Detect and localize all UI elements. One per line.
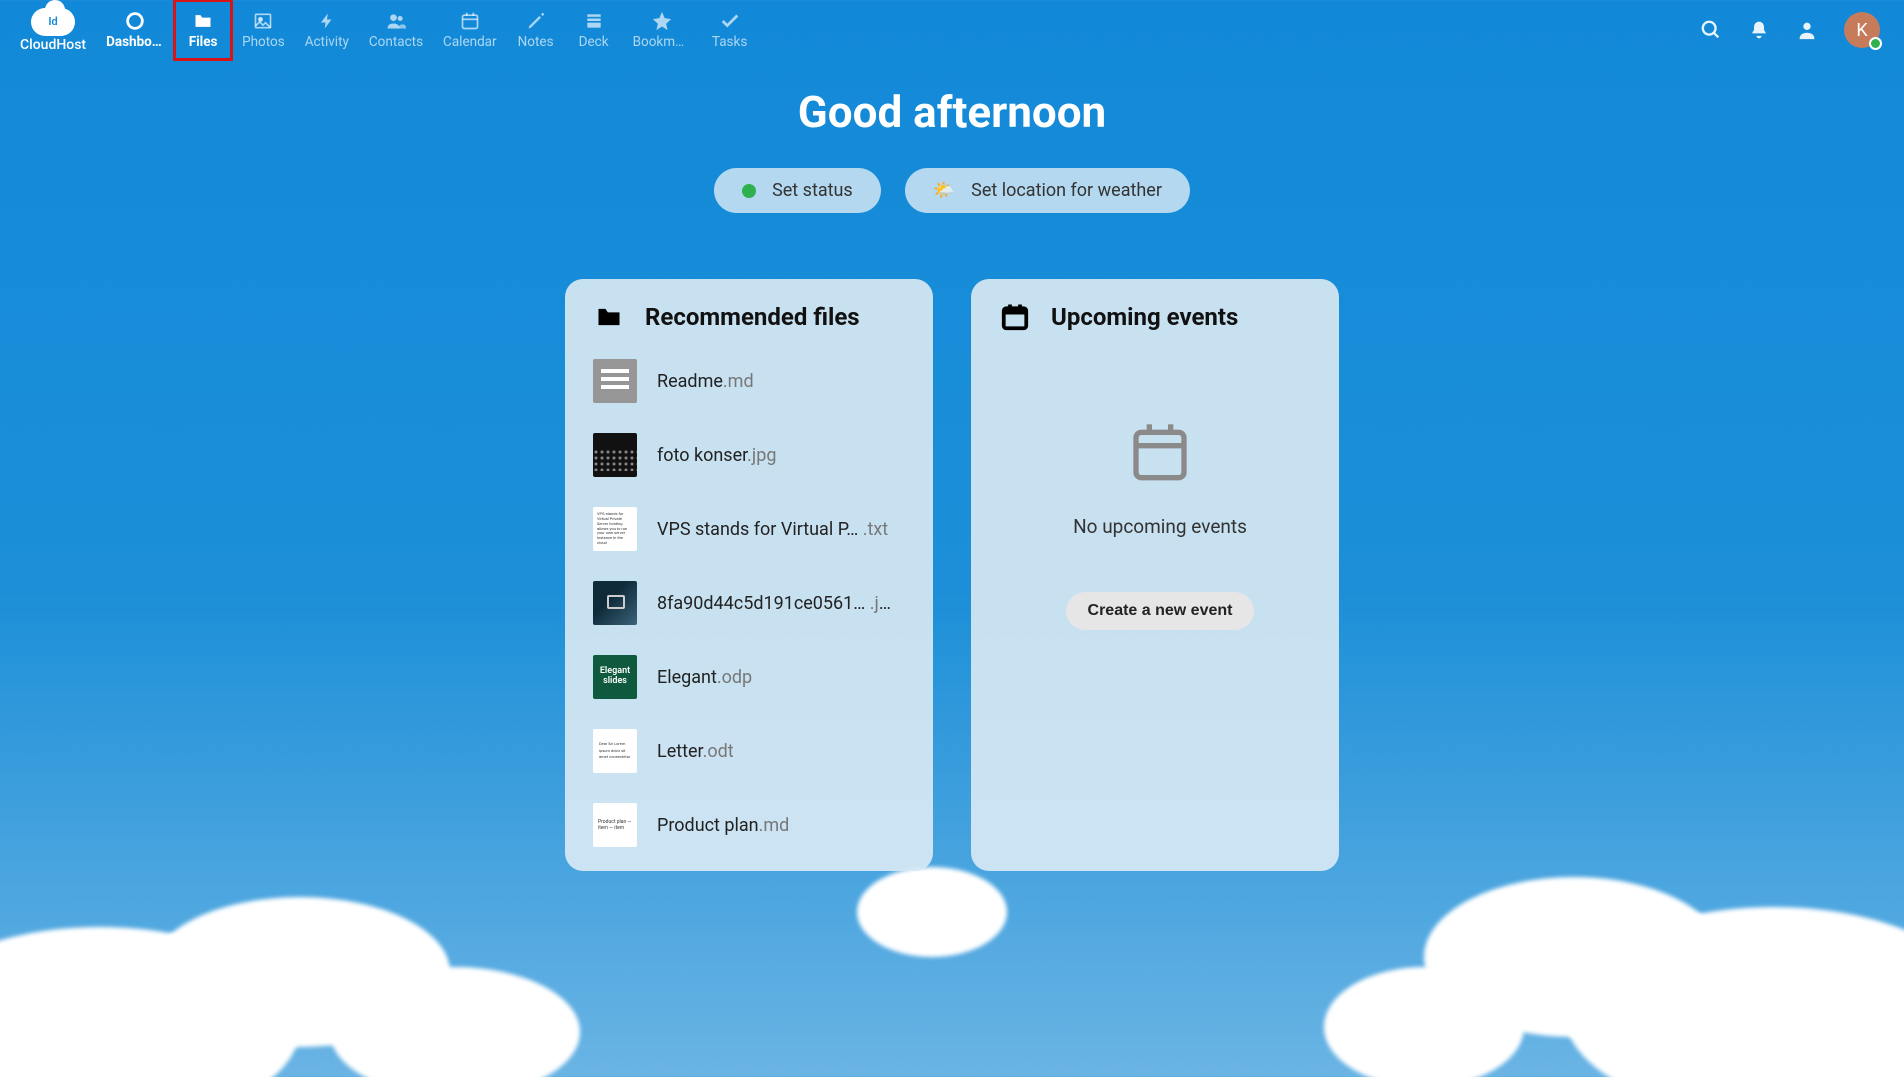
- brand-logo[interactable]: Id CloudHost: [10, 0, 96, 60]
- file-row[interactable]: Readme.md: [593, 359, 915, 403]
- greeting-heading: Good afternoon: [0, 86, 1904, 138]
- file-row[interactable]: foto konser.jpg: [593, 433, 915, 477]
- card-header: Recommended files: [593, 303, 915, 331]
- nav-label: Bookma…: [633, 34, 691, 50]
- nav-label: Files: [189, 34, 218, 50]
- search-icon[interactable]: [1700, 19, 1722, 41]
- events-empty-state: No upcoming events Create a new event: [999, 359, 1321, 630]
- recommended-title: Recommended files: [645, 303, 860, 331]
- file-row[interactable]: 8fa90d44c5d191ce0561… .jpg: [593, 581, 915, 625]
- pencil-icon: [525, 11, 547, 31]
- nav-label: Dashboard: [106, 34, 164, 50]
- nav-left: Id CloudHost Dashboard Files Photos Activit…: [10, 0, 759, 60]
- nav-item-files[interactable]: Files: [174, 0, 232, 60]
- nav-right: K: [1700, 0, 1894, 60]
- file-row[interactable]: Dear Sir Lorem ipsum dolor sit amet cons…: [593, 729, 915, 773]
- file-name: 8fa90d44c5d191ce0561… .jpg: [657, 593, 897, 614]
- set-status-button[interactable]: Set status: [714, 168, 881, 213]
- set-weather-button[interactable]: 🌤️ Set location for weather: [905, 168, 1190, 213]
- upcoming-events-card: Upcoming events No upcoming events Creat…: [971, 279, 1339, 871]
- status-dot-icon: [742, 184, 756, 198]
- status-row: Set status 🌤️ Set location for weather: [0, 168, 1904, 213]
- file-name: Letter.odt: [657, 741, 734, 762]
- nav-label: Deck: [579, 34, 609, 50]
- nav-label: Photos: [242, 34, 285, 50]
- weather-icon: 🌤️: [933, 180, 955, 201]
- nav-item-photos[interactable]: Photos: [232, 0, 295, 60]
- file-name: foto konser.jpg: [657, 445, 776, 466]
- stack-icon: [583, 11, 605, 31]
- nav-label: Contacts: [369, 34, 423, 50]
- file-list: Readme.md foto konser.jpg VPS stands for V…: [593, 359, 915, 847]
- file-thumbnail: VPS stands for Virtual Private Server ho…: [593, 507, 637, 551]
- events-empty-text: No upcoming events: [1073, 515, 1247, 538]
- file-name: VPS stands for Virtual P… .txt: [657, 519, 888, 540]
- status-dot-icon: [1869, 37, 1882, 50]
- check-icon: [719, 11, 741, 31]
- calendar-icon: [999, 303, 1031, 331]
- nav-item-bookma[interactable]: Bookma…: [623, 0, 701, 60]
- file-name: Elegant.odp: [657, 667, 752, 688]
- image-icon: [252, 11, 274, 31]
- file-name: Readme.md: [657, 371, 754, 392]
- calendar-outline-icon: [1128, 419, 1192, 483]
- nav-item-notes[interactable]: Notes: [507, 0, 565, 60]
- nav-item-deck[interactable]: Deck: [565, 0, 623, 60]
- bolt-icon: [316, 11, 338, 31]
- nav-item-dashboard[interactable]: Dashboard: [96, 0, 174, 60]
- nav-item-tasks[interactable]: Tasks: [701, 0, 759, 60]
- file-thumbnail: Dear Sir Lorem ipsum dolor sit amet cons…: [593, 729, 637, 773]
- cards-row: Recommended files Readme.md foto konser.j…: [0, 279, 1904, 871]
- calendar-icon: [459, 11, 481, 31]
- folder-icon: [593, 303, 625, 331]
- file-thumbnail: [593, 581, 637, 625]
- top-nav: Id CloudHost Dashboard Files Photos Activit…: [0, 0, 1904, 60]
- person-icon[interactable]: [1796, 19, 1818, 41]
- avatar[interactable]: K: [1844, 12, 1880, 48]
- set-status-label: Set status: [772, 180, 853, 201]
- create-event-button[interactable]: Create a new event: [1066, 592, 1255, 630]
- nav-label: Notes: [518, 34, 554, 50]
- file-row[interactable]: Product plan — item — item Product plan.m…: [593, 803, 915, 847]
- folder-icon: [192, 11, 214, 31]
- nav-item-activity[interactable]: Activity: [295, 0, 359, 60]
- file-row[interactable]: Elegant slides Elegant.odp: [593, 655, 915, 699]
- people-icon: [385, 11, 407, 31]
- file-thumbnail: Product plan — item — item: [593, 803, 637, 847]
- nav-label: Tasks: [712, 34, 747, 50]
- nav-label: Calendar: [443, 34, 497, 50]
- bell-icon[interactable]: [1748, 19, 1770, 41]
- set-weather-label: Set location for weather: [971, 180, 1162, 201]
- circle-icon: [124, 11, 146, 31]
- cloud-icon: Id: [31, 8, 75, 36]
- events-title: Upcoming events: [1051, 303, 1238, 331]
- file-name: Product plan.md: [657, 815, 789, 836]
- recommended-files-card: Recommended files Readme.md foto konser.j…: [565, 279, 933, 871]
- nav-item-contacts[interactable]: Contacts: [359, 0, 433, 60]
- brand-label: CloudHost: [20, 37, 86, 53]
- nav-label: Activity: [305, 34, 349, 50]
- file-thumbnail: Elegant slides: [593, 655, 637, 699]
- nav-item-calendar[interactable]: Calendar: [433, 0, 507, 60]
- file-thumbnail: [593, 359, 637, 403]
- card-header: Upcoming events: [999, 303, 1321, 331]
- avatar-letter: K: [1856, 20, 1867, 41]
- file-thumbnail: [593, 433, 637, 477]
- file-row[interactable]: VPS stands for Virtual Private Server ho…: [593, 507, 915, 551]
- star-icon: [651, 11, 673, 31]
